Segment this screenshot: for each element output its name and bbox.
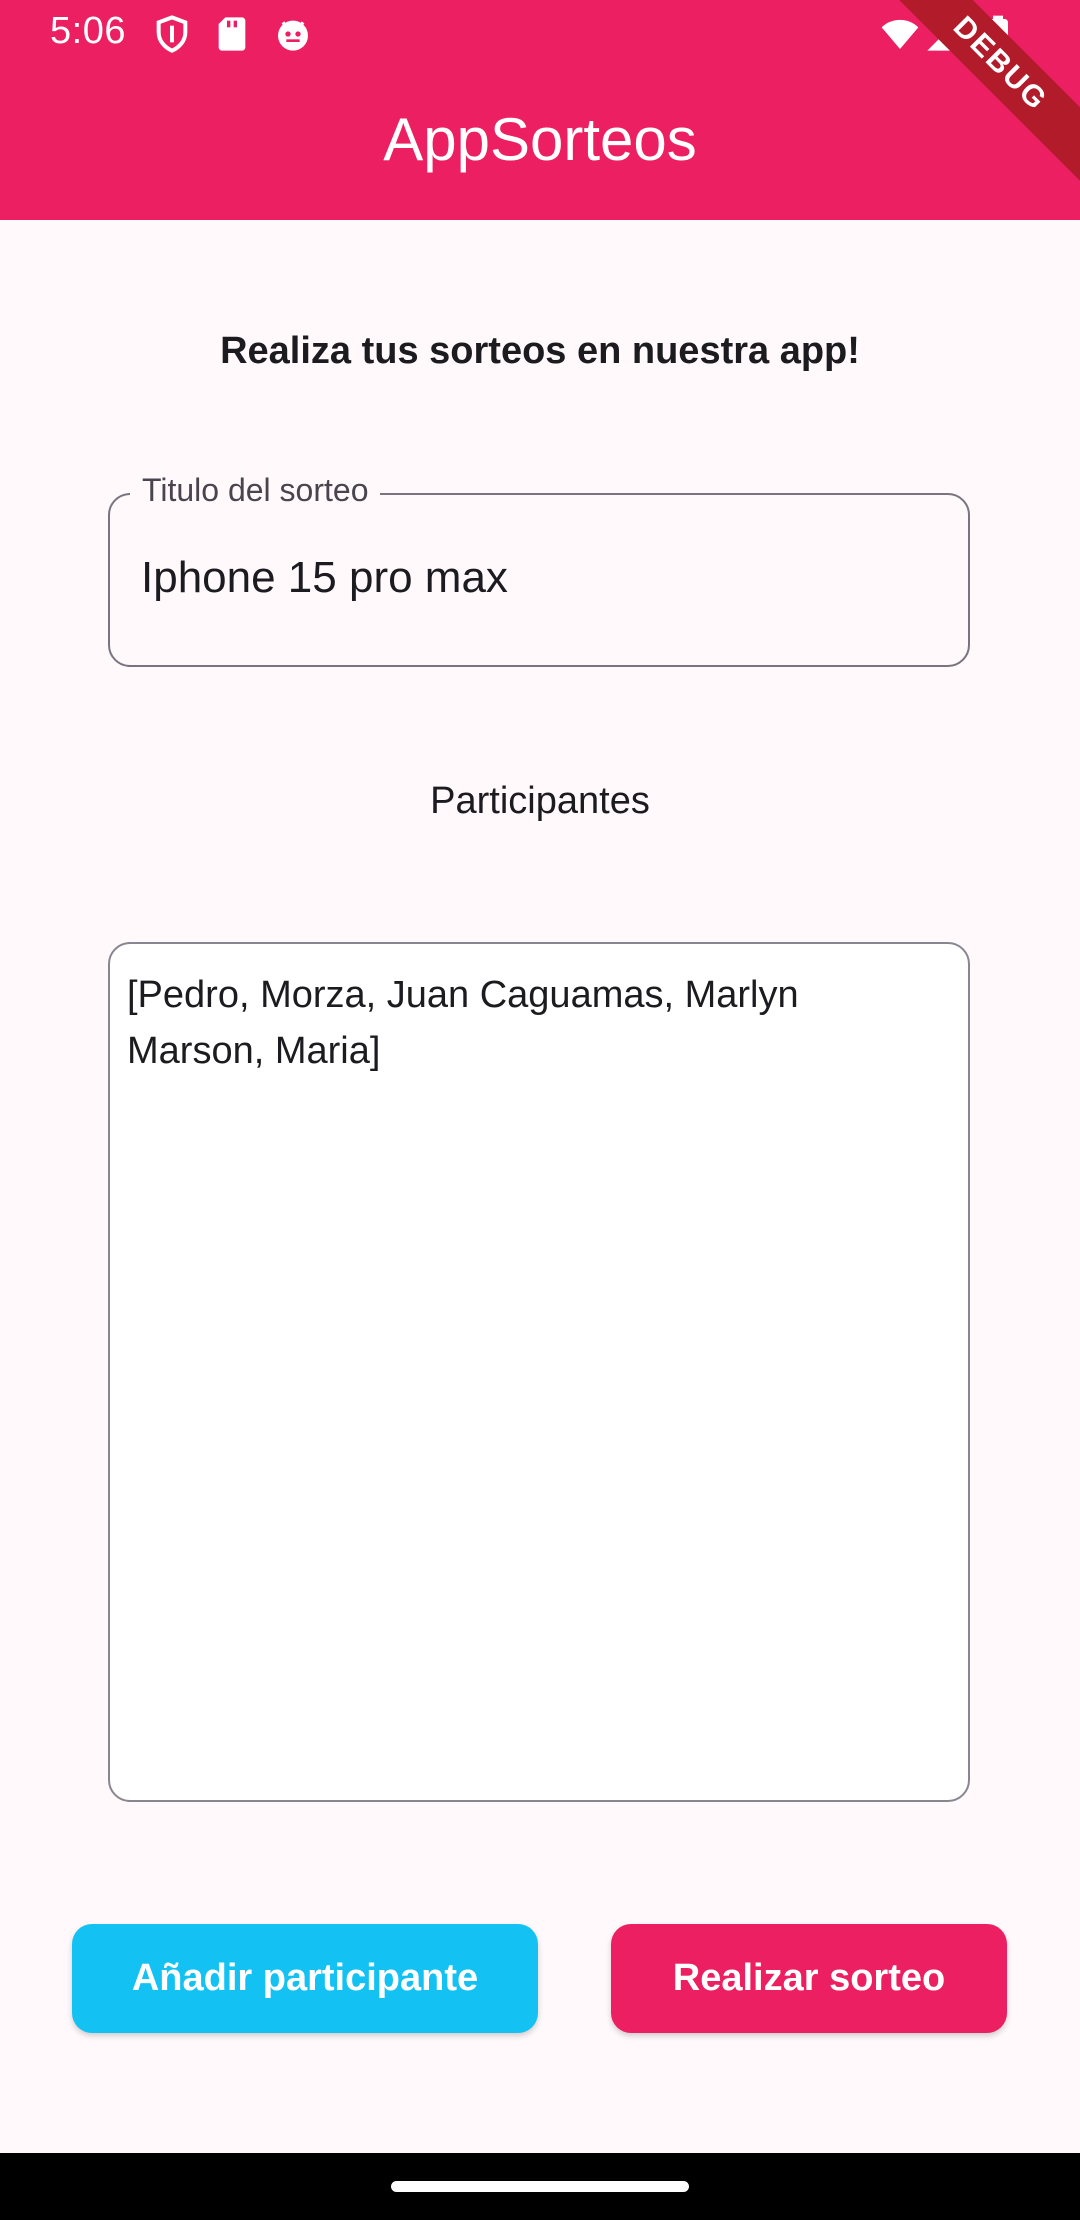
- app-title: AppSorteos: [383, 106, 697, 173]
- home-gesture-handle[interactable]: [391, 2181, 689, 2192]
- add-participant-button[interactable]: Añadir participante: [72, 1924, 538, 2033]
- draw-button[interactable]: Realizar sorteo: [611, 1924, 1007, 2033]
- status-time: 5:06: [50, 10, 126, 52]
- participants-list-text: [Pedro, Morza, Juan Caguamas, Marlyn Mar…: [127, 974, 799, 1072]
- shield-icon: [156, 15, 188, 53]
- android-robot-icon: [278, 20, 308, 51]
- sd-card-icon: [218, 17, 246, 51]
- title-field-label: Titulo del sorteo: [130, 472, 381, 509]
- title-field-value[interactable]: Iphone 15 pro max: [141, 553, 508, 603]
- participants-label: Participantes: [430, 780, 650, 822]
- headline: Realiza tus sorteos en nuestra app!: [220, 330, 860, 372]
- app-bar: 5:06 AppSorteos DEBUG: [0, 0, 1080, 220]
- wifi-icon: [881, 19, 919, 49]
